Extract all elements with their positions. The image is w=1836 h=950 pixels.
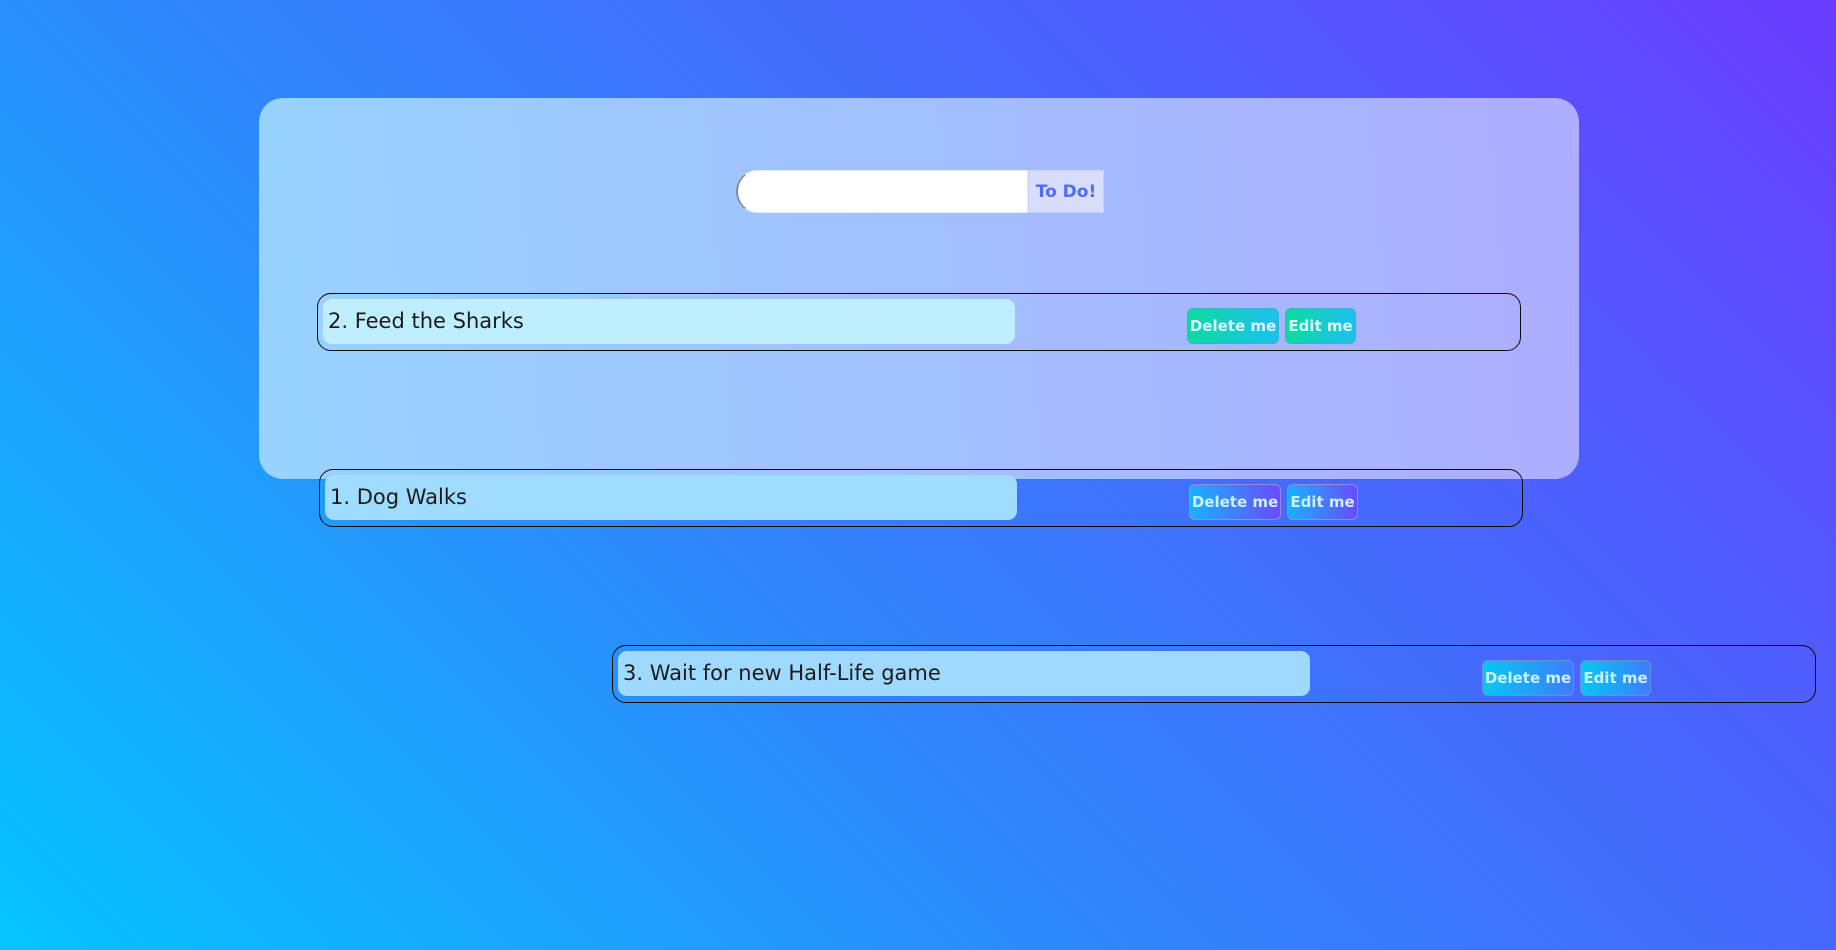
todo-item: 3. Wait for new Half-Life game Delete me… xyxy=(612,645,1816,703)
todo-item-text: 1. Dog Walks xyxy=(325,475,1017,520)
edit-button[interactable]: Edit me xyxy=(1285,308,1356,344)
delete-button[interactable]: Delete me xyxy=(1189,484,1281,520)
todo-item-text: 3. Wait for new Half-Life game xyxy=(618,651,1310,696)
todo-panel xyxy=(259,98,1579,479)
delete-button[interactable]: Delete me xyxy=(1187,308,1279,344)
edit-button[interactable]: Edit me xyxy=(1287,484,1358,520)
todo-form: To Do! xyxy=(736,170,1104,213)
todo-item: 2. Feed the Sharks Delete me Edit me xyxy=(317,293,1521,351)
todo-input[interactable] xyxy=(736,170,1028,213)
todo-item: 1. Dog Walks Delete me Edit me xyxy=(319,469,1523,527)
edit-button[interactable]: Edit me xyxy=(1580,660,1651,696)
add-todo-button[interactable]: To Do! xyxy=(1028,170,1104,213)
delete-button[interactable]: Delete me xyxy=(1482,660,1574,696)
todo-item-text: 2. Feed the Sharks xyxy=(323,299,1015,344)
